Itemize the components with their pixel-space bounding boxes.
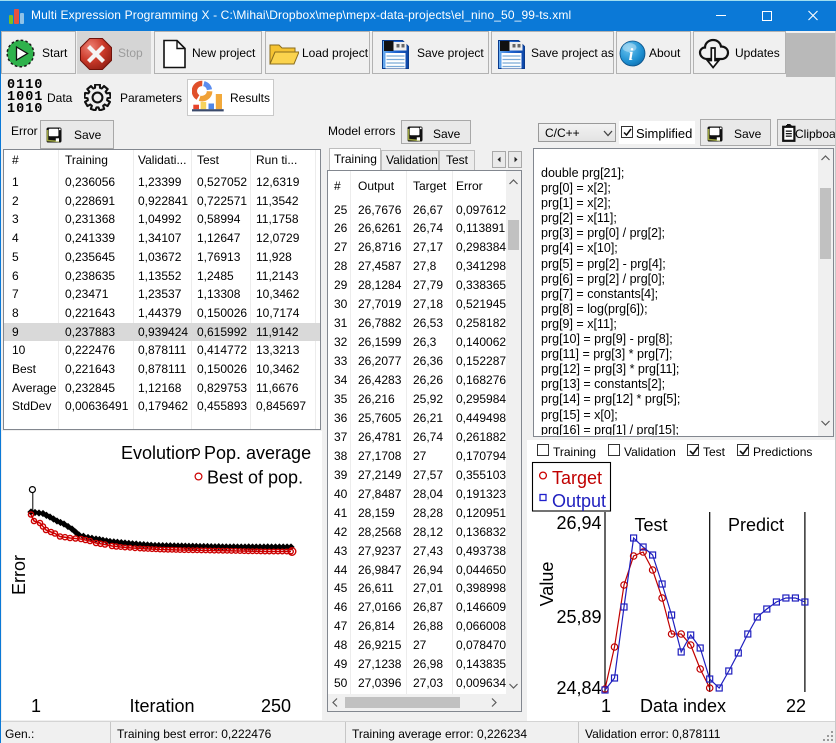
svg-text:Evolution: Evolution <box>121 443 195 463</box>
svg-text:Error: Error <box>9 555 29 595</box>
svg-text:250: 250 <box>261 696 291 716</box>
svg-text:Value: Value <box>537 562 557 607</box>
svg-text:1: 1 <box>601 696 611 716</box>
svg-text:25,89: 25,89 <box>556 607 601 627</box>
svg-text:26,94: 26,94 <box>556 513 601 533</box>
svg-text:Data index: Data index <box>640 696 726 716</box>
svg-text:Iteration: Iteration <box>129 696 194 716</box>
svg-text:Best of pop.: Best of pop. <box>207 468 303 488</box>
svg-text:i: i <box>629 45 634 64</box>
svg-text:Output: Output <box>552 491 606 511</box>
svg-text:Predict: Predict <box>728 515 784 535</box>
svg-text:22: 22 <box>786 696 806 716</box>
svg-text:1: 1 <box>31 696 41 716</box>
svg-text:Test: Test <box>634 515 667 535</box>
svg-text:24,84: 24,84 <box>556 678 601 698</box>
svg-text:Pop. average: Pop. average <box>204 443 311 463</box>
svg-text:Target: Target <box>552 468 602 488</box>
